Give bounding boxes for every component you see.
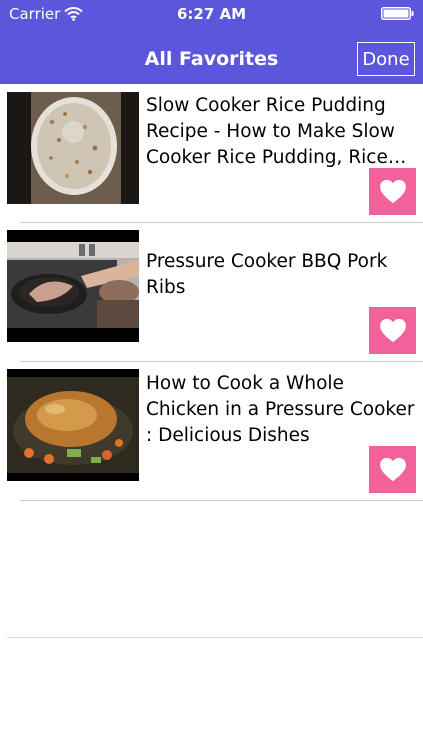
heart-icon (379, 457, 406, 482)
row-separator (20, 500, 423, 501)
list-item[interactable]: Pressure Cooker BBQ Pork Ribs (0, 223, 423, 362)
favorite-toggle[interactable] (369, 307, 416, 354)
done-button[interactable]: Done (357, 42, 415, 76)
pork-ribs-thumbnail (7, 230, 139, 342)
favorite-toggle[interactable] (369, 168, 416, 215)
navigation-bar: Carrier 6:27 AM All Favorites Done (0, 0, 423, 84)
heart-icon (379, 318, 406, 343)
list-item[interactable]: How to Cook a Whole Chicken in a Pressur… (0, 362, 423, 501)
battery-icon (381, 7, 414, 20)
rice-pudding-thumbnail (7, 92, 139, 204)
favorites-list: Slow Cooker Rice Pudding Recipe - How to… (0, 84, 423, 501)
status-time: 6:27 AM (176, 5, 247, 23)
video-title: Slow Cooker Rice Pudding Recipe - How to… (146, 95, 395, 168)
favorite-toggle[interactable] (369, 446, 416, 493)
heart-icon (379, 179, 406, 204)
video-title: Pressure Cooker BBQ Pork Ribs (146, 251, 388, 298)
divider (7, 637, 423, 638)
whole-chicken-thumbnail (7, 369, 139, 481)
status-bar: Carrier 6:27 AM (0, 0, 423, 28)
video-title: How to Cook a Whole Chicken in a Pressur… (146, 373, 415, 446)
list-item[interactable]: Slow Cooker Rice Pudding Recipe - How to… (0, 84, 423, 223)
